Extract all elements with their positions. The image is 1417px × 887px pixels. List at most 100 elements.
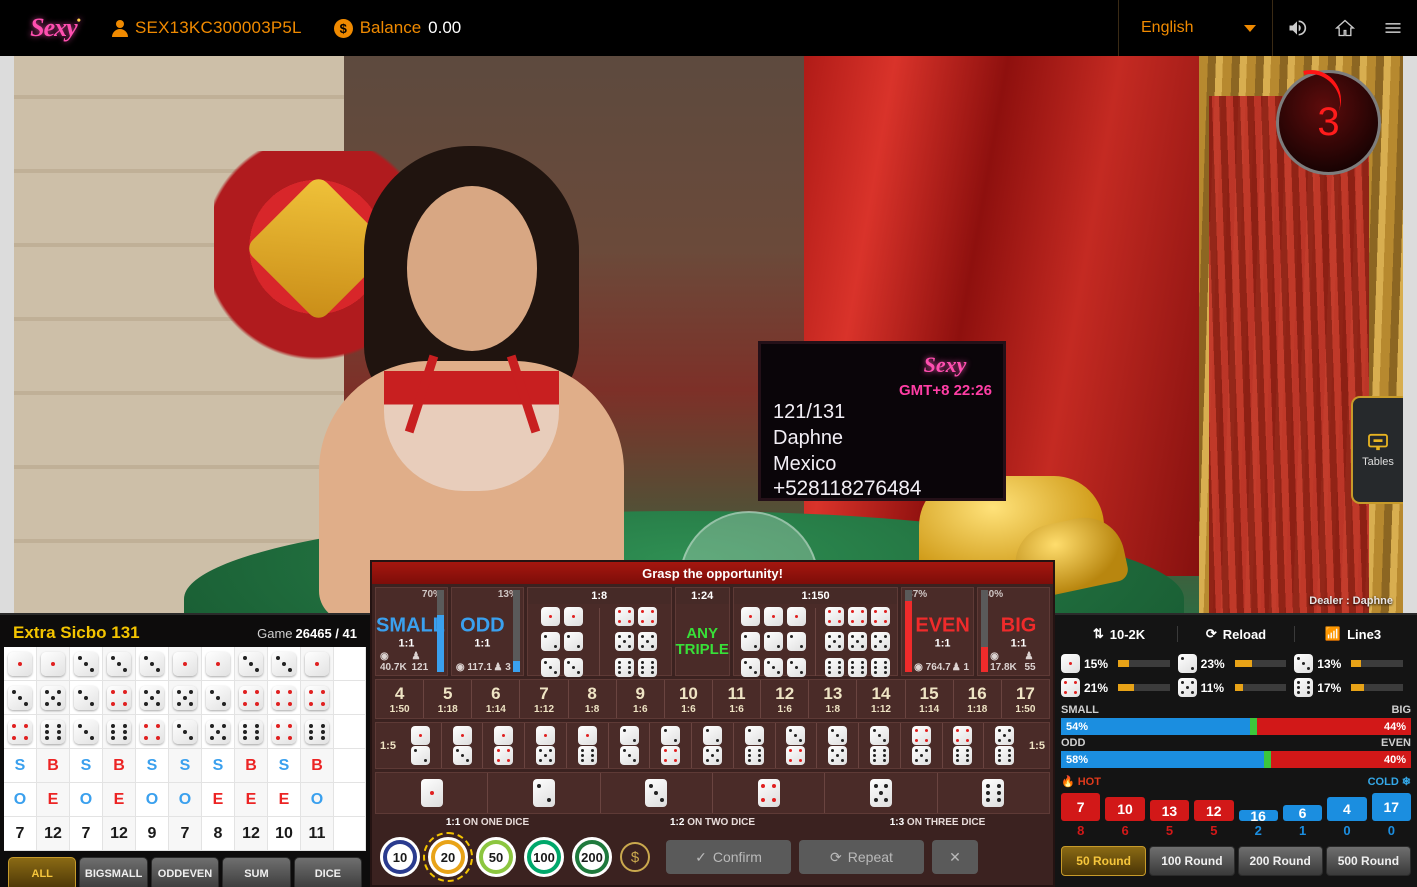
combo-bet-2-5[interactable]: [692, 723, 734, 768]
dice-set[interactable]: [825, 632, 891, 652]
language-selector[interactable]: English: [1118, 0, 1273, 56]
tables-tab-button[interactable]: Tables: [1351, 396, 1403, 504]
single-dice-bet-2[interactable]: [488, 773, 601, 813]
any-triple-cell[interactable]: 1:24 ANY TRIPLE: [674, 587, 730, 676]
round-tab-50[interactable]: 50 Round: [1061, 846, 1147, 876]
round-range-tabs[interactable]: 50 Round 100 Round 200 Round 500 Round: [1061, 846, 1411, 876]
hot-cold-count: 5: [1165, 823, 1174, 838]
sum-bet-8[interactable]: 8 1:8: [569, 680, 617, 718]
combo-bet-1-5[interactable]: [525, 723, 567, 768]
roadmap-grid[interactable]: S B S B S S S B S B O E O E O O E E E O 7 12 7 12 9 7 8 12 10 11: [4, 647, 366, 851]
single-dice-row[interactable]: [375, 772, 1050, 814]
dice-set[interactable]: [825, 607, 891, 627]
die-face-6: [1294, 678, 1314, 697]
even-bet-cell[interactable]: 87% EVEN 1:1 ◉ 764.7 ♟ 1: [901, 587, 975, 676]
dice-set[interactable]: [615, 607, 658, 627]
sum-bet-9[interactable]: 9 1:6: [617, 680, 665, 718]
dice-set[interactable]: [541, 607, 584, 627]
repeat-button[interactable]: ⟳ Repeat: [799, 840, 924, 874]
sum-bet-12[interactable]: 12 1:6: [761, 680, 810, 718]
single-dice-bet-5[interactable]: [825, 773, 938, 813]
combo-bet-5-6[interactable]: [984, 723, 1025, 768]
single-dice-bet-4[interactable]: [713, 773, 826, 813]
roadmap-tab-dice[interactable]: DICE: [293, 857, 363, 887]
odd-bet-cell[interactable]: 13% ODD 1:1 ◉ 117.1 ♟ 3: [450, 587, 524, 676]
dice-set[interactable]: [740, 632, 806, 652]
triple-bet-cell[interactable]: 1:150: [732, 587, 899, 677]
roadmap-tab-all[interactable]: ALL: [8, 857, 77, 887]
combo-bet-3-4[interactable]: [776, 723, 818, 768]
dice-set[interactable]: [541, 657, 584, 677]
sound-button[interactable]: [1273, 0, 1321, 56]
combo-bet-4-6[interactable]: [943, 723, 985, 768]
dice-set[interactable]: [825, 657, 891, 677]
roadmap-tab-odd-even[interactable]: ODD EVEN: [150, 857, 220, 887]
sum-bet-6[interactable]: 6 1:14: [472, 680, 521, 718]
combo-bet-2-6[interactable]: [734, 723, 776, 768]
small-bet-cell[interactable]: 70% SMALL 1:1 ◉ 40.7K ♟ 121: [375, 587, 448, 676]
line-selector[interactable]: 📶 Line3: [1295, 626, 1411, 642]
roadmap-cell: [70, 715, 103, 749]
dice-set[interactable]: [615, 657, 658, 677]
dice-set[interactable]: [740, 657, 806, 677]
roadmap-cell: B: [235, 749, 268, 783]
home-button[interactable]: [1321, 0, 1369, 56]
combo-bet-1-6[interactable]: [567, 723, 609, 768]
two-dice-combo-row[interactable]: 1:5 1:5: [375, 722, 1050, 769]
round-tab-100[interactable]: 100 Round: [1149, 846, 1235, 876]
combo-bet-2-4[interactable]: [650, 723, 693, 768]
bet-amount: ◉ 117.1: [455, 662, 492, 673]
chip-and-action-bar[interactable]: 10 20 50 100 200 $ ✓ Confirm ⟳ Repeat ✕: [372, 829, 1053, 885]
menu-button[interactable]: [1369, 0, 1417, 56]
roadmap-value: O: [79, 790, 93, 808]
sum-bet-16[interactable]: 16 1:18: [954, 680, 1002, 718]
sum-bet-10[interactable]: 10 1:6: [665, 680, 713, 718]
more-chips-icon[interactable]: $: [620, 842, 650, 872]
big-bet-cell[interactable]: 30% BIG 1:1 ◉ 17.8K ♟ 55: [977, 587, 1050, 676]
betting-board[interactable]: Grasp the opportunity! 70% SMALL 1:1 ◉ 40.7…: [370, 560, 1055, 887]
single-dice-bet-1[interactable]: [376, 773, 489, 813]
sum-bet-4[interactable]: 4 1:50: [376, 680, 425, 718]
live-video-stream[interactable]: Sexy GMT+8 22:26 121/131 Daphne Mexico +…: [14, 56, 1403, 613]
single-dice-bet-3[interactable]: [601, 773, 713, 813]
reload-button[interactable]: ⟳ Reload: [1178, 626, 1295, 642]
chip-50[interactable]: 50: [476, 837, 516, 877]
sum-bet-15[interactable]: 15 1:14: [906, 680, 954, 718]
dice-stat-5: 11%: [1177, 678, 1295, 697]
sum-bet-14[interactable]: 14 1:12: [857, 680, 906, 718]
sum-bet-17[interactable]: 17 1:50: [1002, 680, 1049, 718]
chip-10[interactable]: 10: [380, 837, 420, 877]
combo-bet-1-4[interactable]: [483, 723, 526, 768]
round-tab-200[interactable]: 200 Round: [1237, 846, 1323, 876]
sum-bet-5[interactable]: 5 1:18: [424, 680, 473, 718]
main-bets-row[interactable]: 70% SMALL 1:1 ◉ 40.7K ♟ 121 13% ODD 1:1 ◉ 117.1 ♟…: [372, 584, 1053, 679]
sum-numbers-row[interactable]: 4 1:50 5 1:18 6 1:14 7 1:12 8 1:8 9 1:6 10 1:6 11 1:6 12…: [375, 679, 1050, 719]
pair-bet-cell[interactable]: 1:8: [526, 587, 672, 677]
sum-bet-13[interactable]: 13 1:8: [809, 680, 858, 718]
combo-bet-1-3[interactable]: [442, 723, 484, 768]
single-dice-bet-6[interactable]: [938, 773, 1049, 813]
odd-stat-label: ODD: [1061, 737, 1086, 749]
round-tab-500[interactable]: 500 Round: [1325, 846, 1411, 876]
roadmap-tab-big-small[interactable]: BIG SMALL: [79, 857, 148, 887]
roadmap-value: 11: [308, 824, 326, 842]
die-face-4: [661, 746, 681, 765]
combo-bet-2-3[interactable]: [609, 723, 651, 768]
sum-bet-7[interactable]: 7 1:12: [520, 680, 569, 718]
chip-200[interactable]: 200: [572, 837, 612, 877]
roadmap-tab-bar[interactable]: ALL BIG SMALL ODD EVEN SUM DICE: [4, 851, 366, 887]
roadmap-tab-sum[interactable]: SUM: [222, 857, 291, 887]
combo-bet-3-6[interactable]: [859, 723, 901, 768]
dice-set[interactable]: [740, 607, 806, 627]
combo-bet-1-2[interactable]: [400, 723, 442, 768]
confirm-button[interactable]: ✓ Confirm: [666, 840, 791, 874]
dice-set[interactable]: [615, 632, 658, 652]
bet-limit-button[interactable]: ⇅ 10-2K: [1061, 626, 1178, 642]
dice-set[interactable]: [541, 632, 584, 652]
chip-20[interactable]: 20: [423, 832, 473, 882]
cancel-button[interactable]: ✕: [932, 840, 978, 874]
chip-100[interactable]: 100: [524, 837, 564, 877]
combo-bet-3-5[interactable]: [817, 723, 860, 768]
sum-bet-11[interactable]: 11 1:6: [713, 680, 762, 718]
combo-bet-4-5[interactable]: [901, 723, 943, 768]
